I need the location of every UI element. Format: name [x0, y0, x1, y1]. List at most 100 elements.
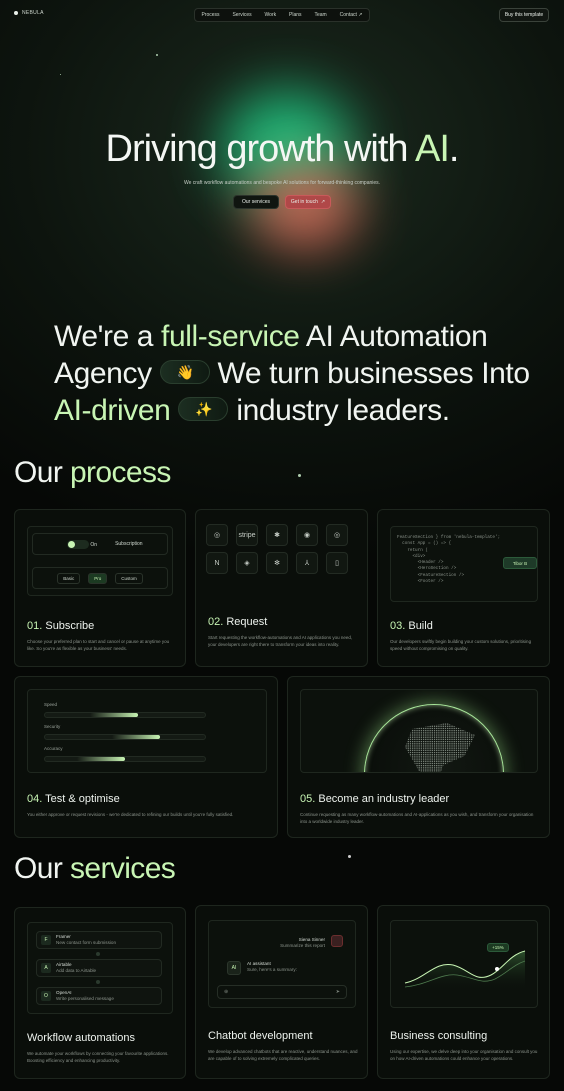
- globe-map: [405, 723, 475, 772]
- bar-label: Security: [44, 724, 61, 729]
- step-number: 03.: [390, 620, 406, 632]
- statement-text: We're a: [54, 320, 162, 353]
- github-logo-icon: ◉: [296, 524, 318, 546]
- subscription-toggle[interactable]: On: [67, 539, 97, 549]
- step-sub: Write personalised message: [56, 996, 114, 1001]
- step-number: 05.: [300, 793, 316, 805]
- hero-subtitle: We craft workflow automations and bespok…: [183, 180, 381, 186]
- our-services-label: Our services: [241, 199, 271, 205]
- attach-icon[interactable]: ⊕: [224, 989, 228, 995]
- plan-custom[interactable]: Custom: [115, 572, 143, 584]
- growth-chart: [404, 950, 526, 991]
- nav-link-plans[interactable]: Plans: [287, 12, 304, 18]
- step-number: 04.: [27, 793, 43, 805]
- step-title: Subscribe: [42, 620, 95, 632]
- integration-logos: ◎ stripe ✱ ◉ ◎ N ◈ ✻ ⅄ ▯: [206, 524, 348, 574]
- integration-logo-icon: ⅄: [296, 552, 318, 574]
- star: [298, 474, 301, 477]
- services-heading: Our services: [14, 852, 176, 886]
- integration-logo-icon: ▯: [326, 552, 348, 574]
- notion-logo-icon: N: [206, 552, 228, 574]
- heading-accent: services: [69, 852, 176, 885]
- our-services-button[interactable]: Our services: [233, 195, 279, 209]
- workflow-step: F Framer New contact form submission: [36, 931, 162, 949]
- send-icon[interactable]: ➤: [336, 989, 340, 995]
- agency-statement: We're a full-service AI Automation Agenc…: [54, 318, 534, 429]
- step-name: OpenAI: [56, 990, 72, 996]
- card-description: Choose your preferred plan to start and …: [27, 639, 170, 651]
- workflow-step: O OpenAI Write personalised message: [36, 987, 162, 1005]
- speed-bar: [44, 712, 206, 718]
- card-business-consulting: +15% Business consulting Using our exper…: [377, 905, 550, 1079]
- logo[interactable]: NEBULA: [14, 10, 44, 16]
- card-description: We develop advanced chatbots that are re…: [208, 1049, 358, 1061]
- hero-buttons: Our services Get in touch ↗: [0, 195, 564, 209]
- card-chatbot-development: Siena Sinner Summarize this report AI AI …: [195, 905, 368, 1079]
- buy-template-button[interactable]: Buy this template: [499, 8, 549, 22]
- ai-message: AI assistant Sure, here's a summary:: [247, 961, 297, 973]
- get-in-touch-button[interactable]: Get in touch ↗: [285, 195, 331, 209]
- step-text: OpenAI Write personalised message: [56, 990, 114, 1001]
- growth-badge: +15%: [487, 943, 509, 952]
- card-title: Workflow automations: [27, 1032, 136, 1044]
- user-avatar: [331, 935, 343, 947]
- plan-options: Basic Pro Custom: [32, 567, 168, 589]
- nav-link-contact[interactable]: Contact ↗: [338, 12, 365, 18]
- card-workflow-automations: F Framer New contact form submission A Airt…: [14, 907, 186, 1079]
- card-description: You either approve or request revisions …: [27, 812, 234, 817]
- card-build: FeatureSection } from 'nebula-template';…: [377, 509, 550, 667]
- stripe-logo-icon: stripe: [236, 524, 258, 546]
- nav-link-work[interactable]: Work: [263, 12, 279, 18]
- heading-text: Our: [14, 456, 70, 489]
- statement-accent: full-service: [161, 320, 300, 353]
- step-title: Request: [223, 616, 268, 628]
- chat-preview: Siena Sinner Summarize this report AI AI …: [208, 920, 356, 1008]
- toggle-switch: [67, 539, 89, 549]
- card-description: Start requesting the workflow-automation…: [208, 635, 353, 647]
- code-snippet: FeatureSection } from 'nebula-template';…: [397, 535, 501, 585]
- card-title: 02. Request: [208, 616, 267, 628]
- step-number: 02.: [208, 616, 224, 628]
- arrow-up-right-icon: ↗: [320, 199, 326, 205]
- card-title: 03. Build: [390, 620, 433, 632]
- logo-text: NEBULA: [22, 10, 44, 16]
- nav-link-process[interactable]: Process: [199, 12, 221, 18]
- nav-link-services[interactable]: Services: [230, 12, 253, 18]
- heading-accent: process: [69, 456, 171, 489]
- card-description: Using our expertise, we delve deep into …: [390, 1049, 538, 1061]
- nav-link-team[interactable]: Team: [312, 12, 328, 18]
- plan-pro[interactable]: Pro: [88, 572, 108, 584]
- plan-basic[interactable]: Basic: [57, 572, 81, 584]
- connector-dot: [96, 952, 100, 956]
- step-title: Build: [405, 620, 433, 632]
- user-name: Siena Sinner: [298, 937, 325, 942]
- card-title: Chatbot development: [208, 1030, 313, 1042]
- openai-logo-icon: ✻: [266, 552, 288, 574]
- step-name: Framer: [56, 934, 71, 940]
- chat-input[interactable]: ⊕ ➤: [217, 985, 347, 999]
- logo-icon: [14, 11, 18, 15]
- hero-title-accent: AI: [415, 128, 450, 170]
- step-text: Airtable Add data to Airtable: [56, 962, 96, 973]
- bar-label: Accuracy: [44, 746, 63, 751]
- growth-chart-preview: +15%: [390, 920, 538, 1008]
- collaborator-tag: Tibor B: [503, 557, 537, 569]
- bar-fill: [77, 757, 125, 761]
- card-subscribe: On Subscription Basic Pro Custom 01. Sub…: [14, 509, 186, 667]
- landing-page: NEBULA Process Services Work Plans Team …: [0, 0, 564, 1091]
- step-sub: New contact form submission: [56, 940, 116, 945]
- subscribe-preview: On Subscription Basic Pro Custom: [27, 526, 173, 596]
- chart-point: [495, 967, 499, 971]
- connector-dot: [96, 980, 100, 984]
- slack-logo-icon: ✱: [266, 524, 288, 546]
- bar-fill: [89, 713, 138, 717]
- card-title: Business consulting: [390, 1030, 488, 1042]
- card-test: Speed Security Accuracy 04. Test & optim…: [14, 676, 278, 838]
- card-description: Our developers swiftly begin building yo…: [390, 639, 532, 651]
- statement-text: We turn businesses Into: [209, 357, 531, 390]
- code-preview: FeatureSection } from 'nebula-template';…: [390, 526, 538, 602]
- openai-icon: O: [41, 991, 51, 1001]
- ai-name: AI assistant: [247, 961, 271, 966]
- ai-text: Sure, here's a summary:: [247, 966, 297, 972]
- star: [60, 74, 61, 75]
